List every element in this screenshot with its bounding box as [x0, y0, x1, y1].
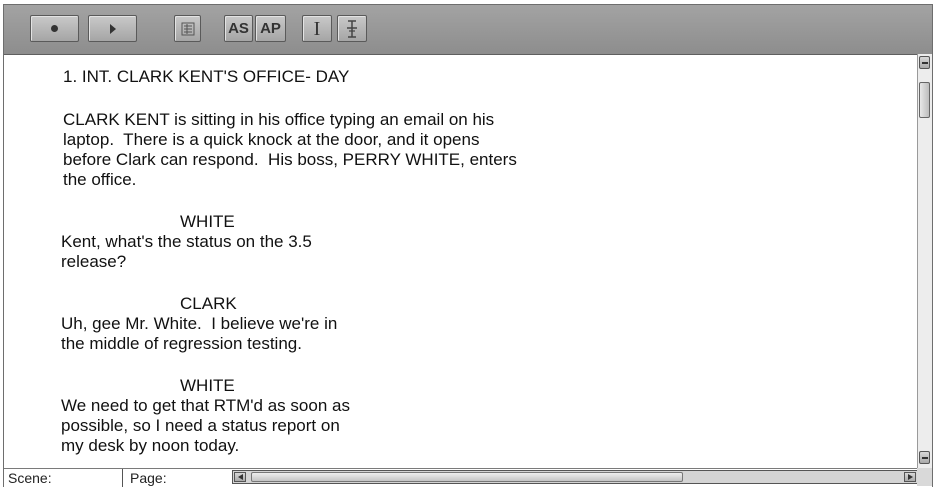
- dialogue-line: Uh, gee Mr. White. I believe we're in: [61, 314, 338, 333]
- vertical-scroll-thumb[interactable]: [919, 82, 930, 118]
- i-beam-split-icon: [347, 19, 357, 38]
- text-split-button[interactable]: [337, 15, 367, 42]
- dialogue-line: the middle of regression testing.: [61, 334, 302, 353]
- toolbar: AS AP I: [4, 5, 932, 55]
- scene-heading: 1. INT. CLARK KENT'S OFFICE- DAY: [63, 67, 350, 86]
- text-cursor-button[interactable]: I: [302, 15, 332, 42]
- scroll-left-button[interactable]: [234, 472, 246, 482]
- horizontal-scroll-thumb[interactable]: [251, 472, 683, 482]
- ap-button-label: AP: [260, 20, 281, 37]
- i-beam-icon: I: [313, 17, 321, 40]
- dialogue-line: release?: [61, 252, 127, 271]
- chevron-down-icon: [921, 456, 928, 459]
- ap-button[interactable]: AP: [255, 15, 286, 42]
- action-line: before Clark can respond. His boss, PERR…: [63, 150, 517, 169]
- script-editor-window: AS AP I 1. INT. CLARK KENT'S OFFICE- DAY…: [3, 4, 933, 487]
- script-button[interactable]: [174, 15, 201, 42]
- script-page-icon: [181, 22, 194, 35]
- status-divider: [122, 469, 123, 487]
- page-indicator: Page:: [130, 470, 167, 486]
- chevron-left-icon: [237, 474, 243, 480]
- script-text-area[interactable]: 1. INT. CLARK KENT'S OFFICE- DAY CLARK K…: [4, 55, 916, 468]
- as-button-label: AS: [228, 20, 249, 37]
- vertical-scrollbar[interactable]: [917, 54, 932, 468]
- scene-indicator: Scene:: [8, 470, 52, 486]
- action-line: CLARK KENT is sitting in his office typi…: [63, 110, 495, 129]
- character-name: CLARK: [180, 294, 237, 313]
- character-name: WHITE: [180, 212, 235, 231]
- character-name: WHITE: [180, 376, 235, 395]
- record-dot-icon: [51, 25, 58, 32]
- record-button[interactable]: [30, 15, 79, 42]
- scrollbar-corner: [917, 468, 932, 486]
- action-line: the office.: [63, 170, 137, 189]
- scroll-down-button[interactable]: [919, 451, 930, 464]
- dialogue-line: We need to get that RTM'd as soon as: [61, 396, 350, 415]
- play-button[interactable]: [88, 15, 137, 42]
- chevron-right-icon: [907, 474, 913, 480]
- as-button[interactable]: AS: [224, 15, 253, 42]
- horizontal-scrollbar[interactable]: [232, 470, 918, 484]
- dialogue-line: my desk by noon today.: [61, 436, 240, 455]
- scroll-right-button[interactable]: [904, 472, 916, 482]
- dialogue-line: Kent, what's the status on the 3.5: [61, 232, 312, 251]
- action-line: laptop. There is a quick knock at the do…: [63, 130, 480, 149]
- dialogue-line: possible, so I need a status report on: [61, 416, 340, 435]
- chevron-up-icon: [921, 61, 928, 64]
- play-triangle-icon: [109, 23, 116, 34]
- scroll-up-button[interactable]: [919, 56, 930, 69]
